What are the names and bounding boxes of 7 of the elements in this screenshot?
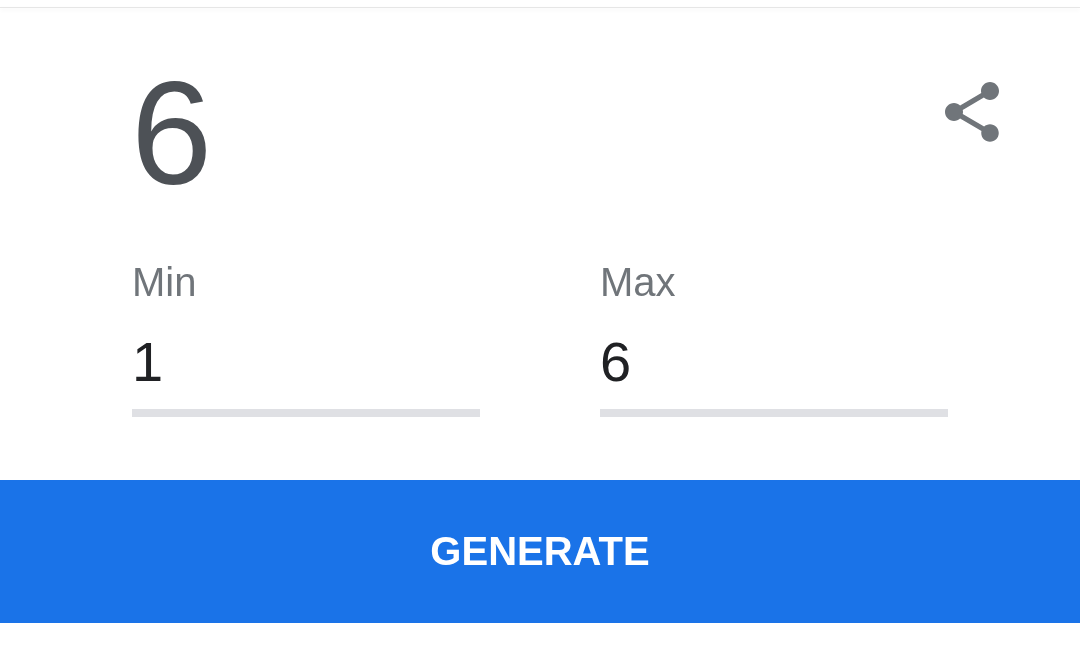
generate-button[interactable]: GENERATE (0, 480, 1080, 623)
min-label: Min (132, 262, 198, 302)
random-number-result: 6 (131, 61, 213, 207)
max-label: Max (600, 262, 677, 302)
max-input[interactable]: 6 (600, 333, 948, 417)
min-input[interactable]: 1 (132, 333, 480, 417)
share-icon[interactable] (945, 82, 999, 142)
